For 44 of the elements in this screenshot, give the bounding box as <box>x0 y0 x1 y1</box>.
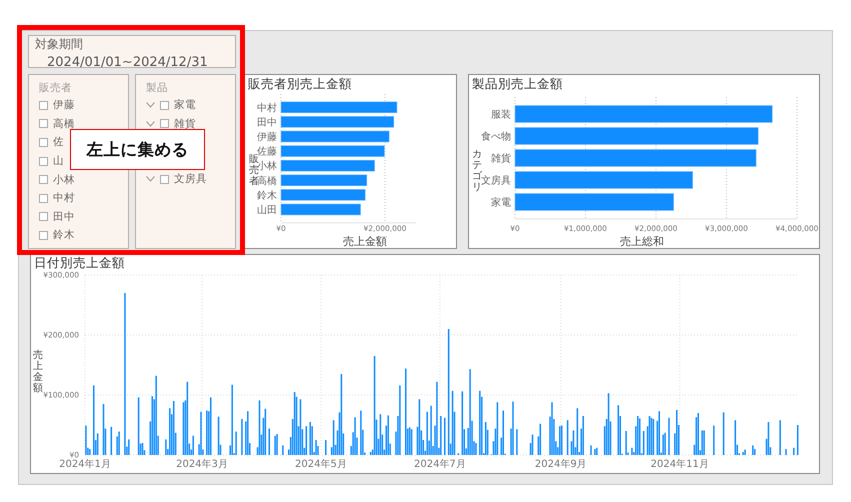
slicer-title: 販売者 <box>39 81 72 95</box>
axis-title: 売上総和 <box>620 235 664 248</box>
axis-label: 文房具 <box>481 176 511 186</box>
chart-title: 日付別売上金額 <box>33 255 126 271</box>
slicer-item[interactable]: 鈴木 <box>53 228 75 242</box>
date-range-value: 2024/01/01~2024/12/31 <box>47 55 208 71</box>
slicer-item[interactable]: 高橋 <box>53 116 75 131</box>
axis-label: 鈴木 <box>257 190 277 202</box>
date-slicer[interactable]: 対象期間 2024/01/01~2024/12/31 <box>28 35 236 68</box>
axis-label: 山田 <box>257 205 277 216</box>
axis-title: 売上金額 <box>33 350 43 394</box>
axis-label: 2024年9月 <box>534 459 587 470</box>
slicer-item[interactable]: 山 <box>53 154 64 168</box>
axis-label: 雑貨 <box>491 154 511 164</box>
axis-title: 売上金額 <box>343 235 387 248</box>
axis-label: 2024年5月 <box>295 459 347 470</box>
callout-note: 左上に集める <box>70 129 205 170</box>
axis-title: 販売者 <box>249 154 259 187</box>
axis-label: 家電 <box>491 198 511 208</box>
axis-label: 田中 <box>257 117 277 128</box>
axis-label: 小林 <box>257 161 277 172</box>
chart-title: 製品別売上金額 <box>471 75 564 93</box>
axis-label: 佐藤 <box>257 146 277 158</box>
slicer-item[interactable]: 小林 <box>53 172 75 187</box>
axis-title: カテゴリ <box>472 148 482 192</box>
axis-label: 2024年1月 <box>59 459 111 470</box>
slicer-item[interactable]: 田中 <box>53 210 75 224</box>
axis-label: 2024年11月 <box>650 459 709 470</box>
chart-title: 販売者別売上金額 <box>247 75 353 93</box>
slicer-title: 製品 <box>146 81 168 95</box>
axis-label: 食べ物 <box>481 132 511 142</box>
axis-label: 高橋 <box>257 176 277 187</box>
axis-label: 中村 <box>257 102 277 114</box>
axis-label: 服装 <box>491 110 511 120</box>
slicer-item[interactable]: 文房具 <box>174 172 207 186</box>
slicer-item[interactable]: 中村 <box>53 191 75 206</box>
slicer-item[interactable]: 佐 <box>53 135 64 150</box>
axis-label: 伊藤 <box>257 132 277 143</box>
slicer-title: 対象期間 <box>35 37 84 51</box>
slicer-item[interactable]: 伊藤 <box>53 98 75 112</box>
slicer-item[interactable]: 雑貨 <box>174 116 196 131</box>
slicer-item[interactable]: 家電 <box>174 98 196 112</box>
axis-label: 2024年7月 <box>414 459 466 470</box>
axis-label: 2024年3月 <box>176 459 228 470</box>
